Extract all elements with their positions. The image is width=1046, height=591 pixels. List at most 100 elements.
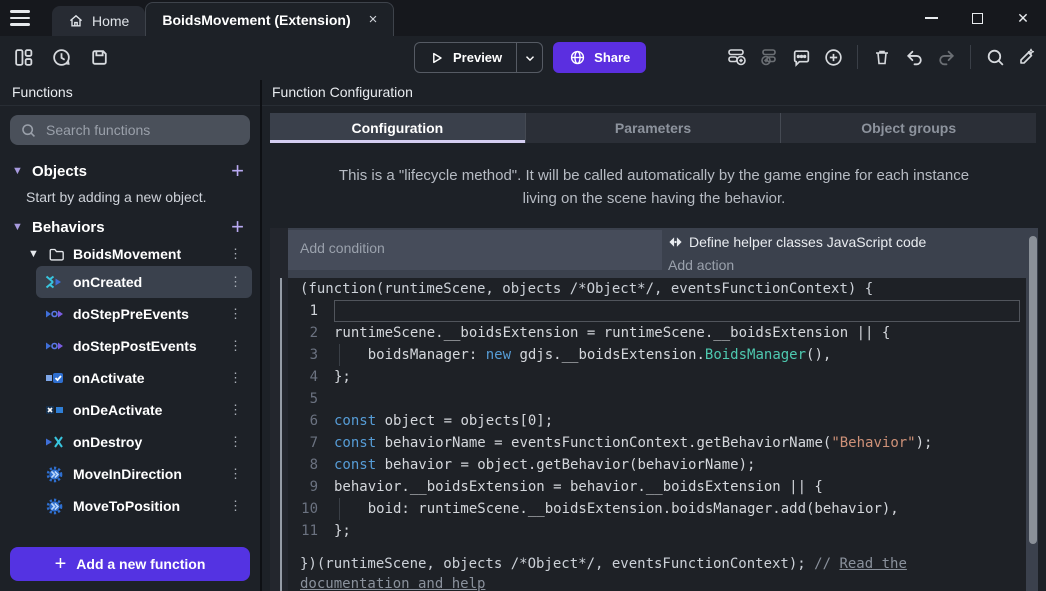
code-lines: 12runtimeScene.__boidsExtension = runtim… [288,300,1026,542]
item-menu-button[interactable]: ⋮ [223,466,248,482]
group-menu-button[interactable]: ⋮ [223,246,248,262]
lifecycle-oncreated-icon [44,275,64,289]
event-gutter [270,228,288,591]
search-icon[interactable] [982,44,1008,70]
code-wrapper-open: (function(runtimeScene, objects /*Object… [288,278,1026,300]
panel-title: Function Configuration [262,80,1046,106]
code-line[interactable]: 11}; [288,520,1026,542]
item-menu-button[interactable]: ⋮ [223,370,248,386]
function-item-ondeactivate[interactable]: onDeActivate ⋮ [36,394,252,426]
event-drag-handle[interactable] [280,278,282,591]
close-tab-icon[interactable]: × [369,11,378,28]
function-label: MoveInDirection [73,466,214,482]
close-window-button[interactable]: ✕ [1000,0,1046,36]
code-line[interactable]: 4}; [288,366,1026,388]
code-line[interactable]: 7const behaviorName = eventsFunctionCont… [288,432,1026,454]
chevron-down-icon[interactable]: ▼ [12,165,24,177]
comment-icon[interactable] [788,44,814,70]
function-label: doStepPreEvents [73,306,214,322]
behaviors-section-label: Behaviors [32,219,219,236]
plus-icon: + [55,553,67,576]
footer-code: })(runtimeScene, objects /*Object*/, eve… [300,556,814,572]
edit-js-icon[interactable] [1014,44,1040,70]
project-manager-icon[interactable] [10,44,36,70]
function-item-moveindirection[interactable]: MoveInDirection ⋮ [36,458,252,490]
search-placeholder: Search functions [46,122,150,138]
code-line[interactable]: 1 [288,300,1026,322]
function-item-dosteppostevents[interactable]: doStepPostEvents ⋮ [36,330,252,362]
events-scrollbar[interactable] [1029,236,1037,544]
tab-home[interactable]: Home [52,6,145,36]
add-condition-cell[interactable]: Add condition [288,230,662,270]
sidebar-title: Functions [0,80,260,106]
code-wrapper-close: })(runtimeScene, objects /*Object*/, eve… [288,554,988,591]
maximize-button[interactable] [954,0,1000,36]
add-object-button[interactable]: + [227,162,248,180]
activate-icon [44,371,64,385]
chevron-down-icon[interactable]: ▼ [28,248,40,260]
function-label: onDeActivate [73,402,214,418]
function-label: onDestroy [73,434,214,450]
function-label: onCreated [73,274,214,290]
js-event-header[interactable]: Define helper classes JavaScript code [668,234,926,250]
lifecycle-prestep-icon [44,307,64,321]
add-action-icon[interactable] [756,44,782,70]
item-menu-button[interactable]: ⋮ [223,434,248,450]
globe-icon [569,49,586,66]
save-icon[interactable] [86,44,112,70]
main-panel: Function Configuration Configuration Par… [262,80,1046,591]
function-item-dostelpreevents[interactable]: doStepPreEvents ⋮ [36,298,252,330]
tab-configuration[interactable]: Configuration [270,113,525,143]
lifecycle-description: This is a "lifecycle method". It will be… [262,143,1046,228]
events-sheet: Add condition Define helper classes Java… [262,228,1046,591]
action-gear-icon [44,498,64,515]
undo-icon[interactable] [901,44,927,70]
js-event-title: Define helper classes JavaScript code [689,234,926,250]
item-menu-button[interactable]: ⋮ [223,274,248,290]
add-function-label: Add a new function [76,556,205,572]
add-event-icon[interactable] [820,44,846,70]
behavior-group-boidsmovement[interactable]: ▼ BoidsMovement ⋮ [28,246,248,262]
toolbar: Preview Share [0,36,1046,80]
tab-boidsmovement[interactable]: BoidsMovement (Extension) × [145,2,394,36]
code-line[interactable]: 5 [288,388,1026,410]
item-menu-button[interactable]: ⋮ [223,306,248,322]
preview-button[interactable]: Preview [414,42,543,73]
add-condition-icon[interactable] [724,44,750,70]
objects-empty-text: Start by adding a new object. [0,180,260,205]
item-menu-button[interactable]: ⋮ [223,338,248,354]
code-line[interactable]: 6const object = objects[0]; [288,410,1026,432]
share-button[interactable]: Share [553,42,646,73]
function-label: doStepPostEvents [73,338,214,354]
chevron-down-icon[interactable]: ▼ [12,221,24,233]
function-item-onactivate[interactable]: onActivate ⋮ [36,362,252,394]
item-menu-button[interactable]: ⋮ [223,402,248,418]
code-line[interactable]: 2runtimeScene.__boidsExtension = runtime… [288,322,1026,344]
code-line[interactable]: 8const behavior = object.getBehavior(beh… [288,454,1026,476]
config-tabs: Configuration Parameters Object groups [270,113,1036,143]
code-line[interactable]: 10 boid: runtimeScene.__boidsExtension.b… [288,498,1026,520]
add-behavior-button[interactable]: + [227,218,248,236]
code-line[interactable]: 3 boidsManager: new gdjs.__boidsExtensio… [288,344,1026,366]
add-function-button[interactable]: + Add a new function [10,547,250,581]
functions-sidebar: Functions Search functions ▼ Objects + S… [0,80,262,591]
function-item-oncreated[interactable]: onCreated ⋮ [36,266,252,298]
item-menu-button[interactable]: ⋮ [223,498,248,514]
preview-dropdown-button[interactable] [516,43,542,72]
redo-icon[interactable] [933,44,959,70]
code-line[interactable]: 9behavior.__boidsExtension = behavior.__… [288,476,1026,498]
tab-object-groups[interactable]: Object groups [780,113,1036,143]
js-code-editor[interactable]: (function(runtimeScene, objects /*Object… [288,278,1026,591]
search-functions-input[interactable]: Search functions [10,115,250,145]
add-action-cell[interactable]: Add action [668,257,734,273]
tab-parameters[interactable]: Parameters [525,113,781,143]
destroy-icon [44,435,64,449]
main-menu-button[interactable] [10,8,32,28]
function-item-ondestroy[interactable]: onDestroy ⋮ [36,426,252,458]
history-icon[interactable] [48,44,74,70]
tab-active-label: BoidsMovement (Extension) [162,12,350,28]
trash-icon[interactable] [869,44,895,70]
minimize-button[interactable] [908,0,954,36]
function-list: onCreated ⋮ doStepPreEvents ⋮ doStepPost… [0,266,260,522]
function-item-movetoposition[interactable]: MoveToPosition ⋮ [36,490,252,522]
